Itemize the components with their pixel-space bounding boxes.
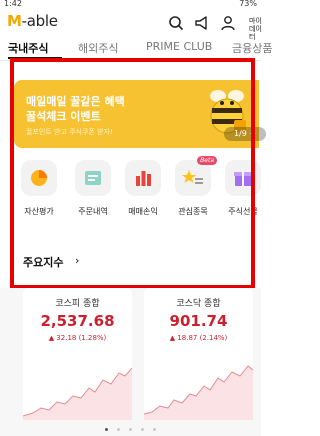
- pager-dot[interactable]: [129, 428, 132, 431]
- index-change: ▲ 18.87 (2.14%): [169, 334, 228, 342]
- index-value: 2,537.68: [40, 312, 115, 330]
- index-card-kosdaq[interactable]: 코스닥 종합 901.74 ▲ 18.87 (2.14%): [144, 288, 253, 420]
- tab-overseas[interactable]: 해외주식: [78, 40, 118, 56]
- index-name: 코스피 종합: [55, 299, 100, 309]
- status-bar: 1:42 73%: [0, 0, 261, 10]
- pager-dot[interactable]: [141, 428, 145, 431]
- tab-prime-club[interactable]: PRIME CLUB: [146, 40, 212, 53]
- index-change: ▲ 32.18 (1.28%): [48, 334, 107, 342]
- pager-dot[interactable]: [116, 428, 120, 431]
- tab-financial-products[interactable]: 금융상품: [232, 40, 272, 56]
- app-header: M-able 마이 데이터: [0, 10, 262, 41]
- sparkline-chart: [144, 365, 253, 420]
- highlight-frame: [10, 58, 255, 289]
- tab-domestic[interactable]: 국내주식: [8, 40, 48, 56]
- pager-dot[interactable]: [153, 428, 157, 431]
- megaphone-icon[interactable]: [194, 15, 210, 31]
- index-name: 코스닥 종합: [176, 299, 221, 309]
- pager-dot[interactable]: [104, 428, 108, 431]
- index-card-kospi[interactable]: 코스피 종합 2,537.68 ▲ 32.18 (1.28%): [23, 288, 132, 420]
- index-value: 901.74: [169, 312, 228, 330]
- status-battery: 73%: [239, 0, 257, 8]
- user-icon[interactable]: [220, 15, 236, 31]
- status-time: 1:42: [4, 0, 22, 8]
- sparkline-chart: [23, 367, 132, 420]
- search-icon[interactable]: [168, 15, 184, 31]
- carousel-pager: [0, 416, 261, 435]
- index-cards-area: 코스피 종합 2,537.68 ▲ 32.18 (1.28%) 코스닥 종합 9…: [0, 288, 261, 436]
- app-logo[interactable]: M-able: [7, 12, 58, 30]
